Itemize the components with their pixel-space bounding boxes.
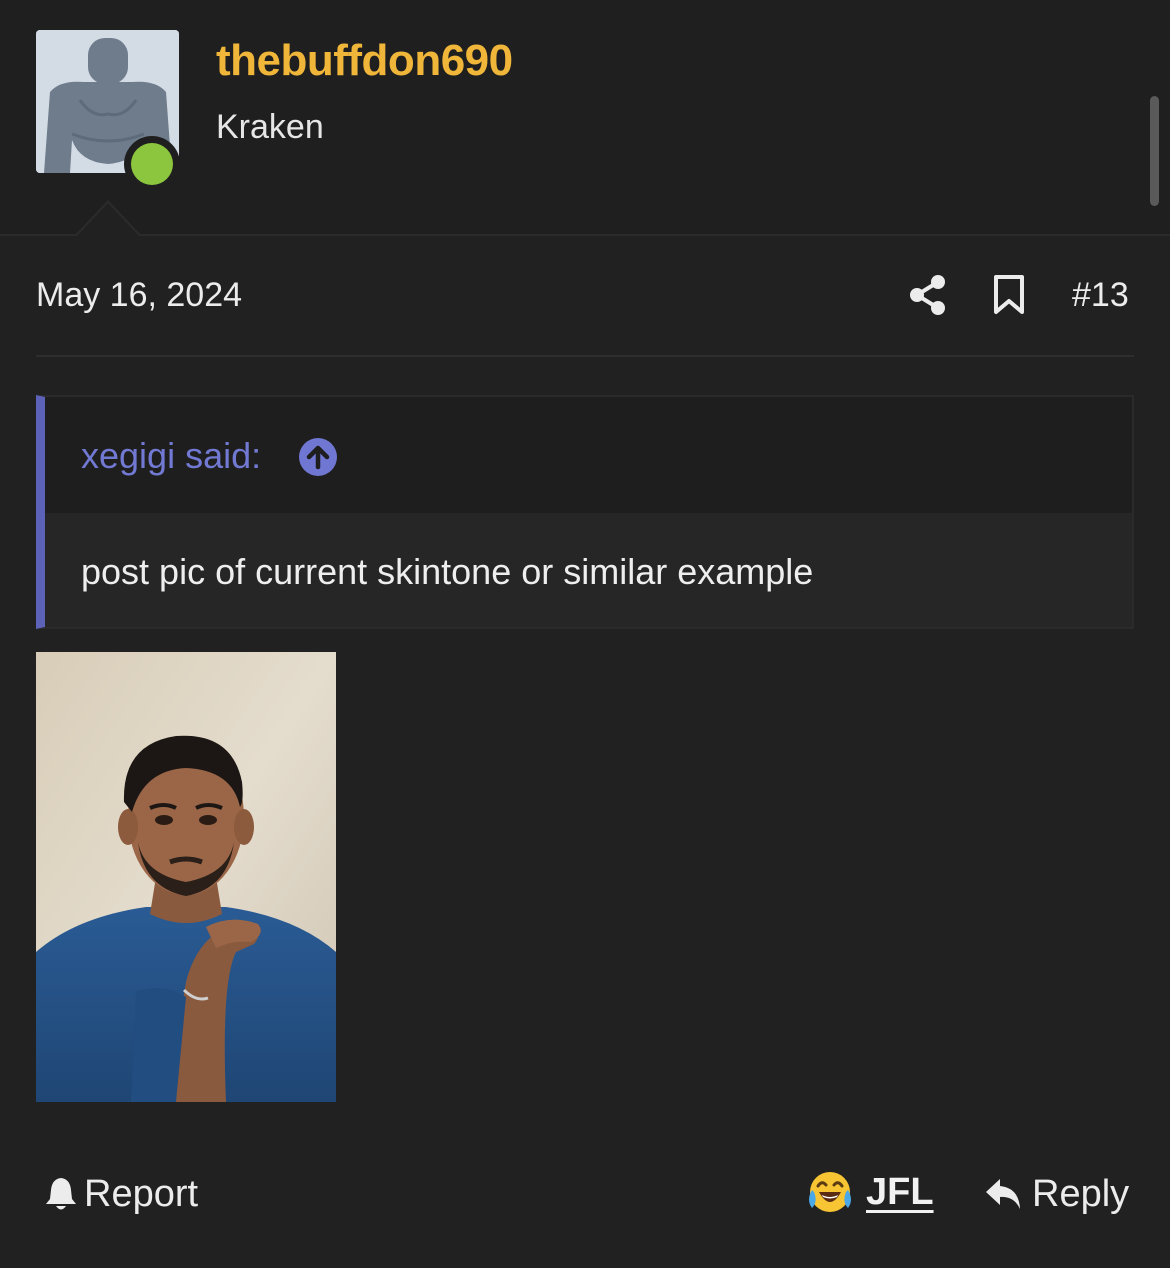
username-link[interactable]: thebuffdon690 xyxy=(216,36,513,86)
report-button[interactable]: Report xyxy=(44,1172,198,1216)
quote-author-link[interactable]: xegigi said: xyxy=(81,435,261,477)
bookmark-button[interactable] xyxy=(990,274,1028,316)
report-label: Report xyxy=(84,1172,199,1215)
reaction-label: JFL xyxy=(866,1170,934,1213)
reaction-button[interactable]: JFL xyxy=(806,1168,934,1216)
meta-divider xyxy=(36,355,1134,357)
user-title: Kraken xyxy=(216,108,324,146)
author-caret-pointer xyxy=(74,200,142,237)
post-permalink-number[interactable]: #13 xyxy=(1072,276,1129,315)
quote-text: post pic of current skintone or similar … xyxy=(81,551,814,592)
bell-icon xyxy=(46,1178,76,1210)
scrollbar-thumb[interactable] xyxy=(1150,96,1159,206)
reply-button[interactable]: Reply xyxy=(984,1172,1129,1216)
attached-photo[interactable] xyxy=(36,652,336,1102)
share-icon xyxy=(910,275,945,315)
bookmark-icon xyxy=(994,275,1024,314)
photo-image xyxy=(36,652,336,1102)
post-author-header: thebuffdon690 Kraken xyxy=(0,0,1170,236)
quote-header: xegigi said: xyxy=(45,397,1132,513)
quote-block: xegigi said: post pic of current skinton… xyxy=(36,395,1134,629)
post-date[interactable]: May 16, 2024 xyxy=(36,276,242,315)
online-status-indicator xyxy=(124,136,180,192)
reply-label: Reply xyxy=(1032,1172,1130,1215)
arrow-up-circle-icon xyxy=(299,438,337,476)
share-button[interactable] xyxy=(908,274,948,316)
reply-arrow-icon xyxy=(986,1179,1020,1209)
laughing-crying-emoji-icon xyxy=(809,1172,851,1212)
quote-jump-button[interactable] xyxy=(298,437,338,477)
